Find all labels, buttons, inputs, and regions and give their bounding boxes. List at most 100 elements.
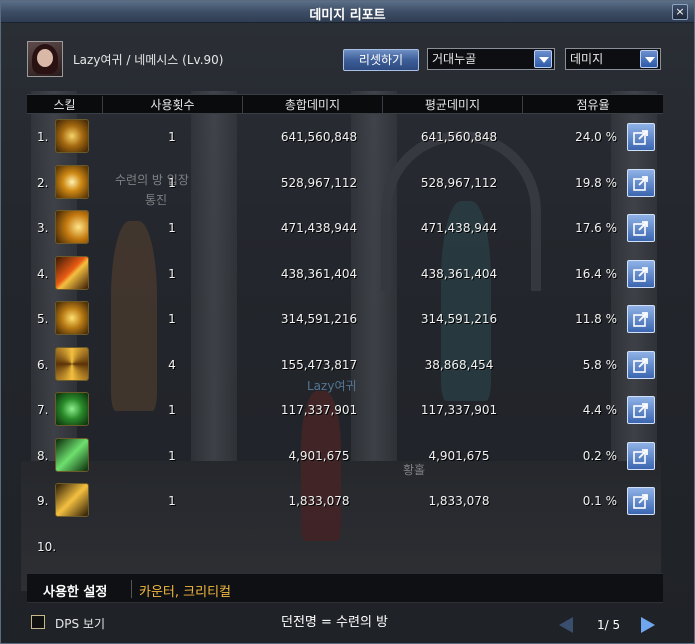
column-header-total: 총합데미지 (243, 96, 383, 114)
export-icon (633, 175, 648, 191)
average-damage: 314,591,216 (420, 312, 498, 326)
export-icon (633, 266, 648, 282)
detail-button[interactable] (627, 214, 655, 242)
target-select-value: 거대누골 (432, 52, 477, 66)
damage-report-window: 수련의 방 입장 통진 Lazy여귀 황홀 데미지 리포트 × Lazy여귀 /… (0, 0, 695, 644)
column-header-skill: 스킬 (27, 96, 103, 114)
average-damage: 1,833,078 (428, 494, 490, 508)
export-icon (633, 403, 648, 418)
table-row: 8. 1 4,901,675 4,901,675 0.2 % (27, 434, 663, 478)
avatar-face (37, 49, 53, 67)
use-count: 1 (168, 175, 176, 190)
table-row: 10. (27, 525, 663, 569)
table-row: 6. 4 155,473,817 38,868,454 5.8 % (27, 343, 663, 387)
skill-icon-5 (55, 301, 89, 335)
total-damage: 438,361,404 (280, 266, 358, 281)
rank-number: 5. (37, 312, 49, 326)
detail-button[interactable] (627, 168, 655, 197)
close-button[interactable]: × (672, 4, 688, 20)
rank-number: 9. (37, 494, 49, 508)
settings-label: 사용한 설정 (43, 585, 108, 600)
metric-select-value: 데미지 (570, 52, 604, 66)
skill-icon-8 (55, 437, 89, 472)
metric-select[interactable]: 데미지 (565, 48, 661, 70)
detail-button[interactable] (627, 123, 655, 151)
damage-share: 5.8 % (582, 357, 617, 372)
settings-value: 카운터, 크리티컬 (139, 585, 231, 600)
prev-page-icon[interactable] (559, 617, 573, 633)
damage-share: 19.8 % (575, 175, 617, 190)
skill-icon-9 (55, 483, 89, 517)
table-row: 1. 1 641,560,848 641,560,848 24.0 % (27, 115, 663, 159)
use-count: 1 (168, 403, 176, 417)
detail-button[interactable] (627, 441, 655, 470)
table-header: 스킬 사용횟수 총합데미지 평균데미지 점유율 (27, 94, 663, 114)
damage-share: 0.2 % (582, 448, 617, 463)
export-icon (633, 448, 648, 464)
dps-label: DPS 보기 (55, 617, 105, 631)
damage-share: 17.6 % (575, 221, 617, 235)
use-count: 1 (168, 494, 176, 508)
total-damage: 471,438,944 (280, 221, 358, 235)
total-damage: 528,967,112 (280, 175, 358, 190)
used-settings-bar: 사용한 설정 카운터, 크리티컬 (27, 573, 663, 603)
rank-number: 8. (37, 448, 49, 463)
average-damage: 38,868,454 (424, 357, 494, 372)
detail-button[interactable] (627, 305, 655, 333)
total-damage: 117,337,901 (280, 403, 358, 417)
damage-share: 4.4 % (582, 403, 617, 417)
character-name: Lazy여귀 / 네메시스 (Lv.90) (73, 53, 224, 67)
chevron-down-icon[interactable] (534, 50, 552, 68)
detail-button[interactable] (627, 350, 655, 379)
table-row: 3. 1 471,438,944 471,438,944 17.6 % (27, 206, 663, 250)
use-count: 1 (168, 130, 176, 144)
rank-number: 7. (37, 403, 49, 417)
average-damage: 471,438,944 (420, 221, 498, 235)
average-damage: 438,361,404 (420, 266, 498, 281)
rank-number: 4. (37, 266, 49, 281)
damage-share: 16.4 % (575, 266, 617, 281)
table-row: 9. 1 1,833,078 1,833,078 0.1 % (27, 479, 663, 523)
window-title: 데미지 리포트 (309, 8, 386, 23)
detail-button[interactable] (627, 259, 655, 288)
skill-icon-7 (55, 392, 89, 426)
dungeon-name: 던전명 = 수련의 방 (281, 615, 389, 630)
page-indicator: 1/ 5 (597, 618, 621, 632)
average-damage: 528,967,112 (420, 175, 498, 190)
total-damage: 4,901,675 (288, 448, 350, 463)
skill-icon-4 (55, 255, 89, 290)
settings-divider (131, 580, 132, 598)
total-damage: 155,473,817 (280, 357, 358, 372)
column-header-avg: 평균데미지 (383, 96, 523, 114)
target-select[interactable]: 거대누골 (427, 48, 555, 70)
detail-button[interactable] (627, 487, 655, 515)
skill-icon-3 (55, 210, 89, 244)
column-header-count: 사용횟수 (103, 96, 243, 114)
skill-icon-1 (55, 119, 89, 153)
dps-checkbox[interactable] (31, 615, 45, 629)
table-row: 7. 1 117,337,901 117,337,901 4.4 % (27, 388, 663, 432)
total-damage: 1,833,078 (288, 494, 350, 508)
use-count: 1 (168, 312, 176, 326)
rank-number: 3. (37, 221, 49, 235)
damage-share: 11.8 % (575, 312, 617, 326)
use-count: 4 (168, 357, 176, 372)
detail-button[interactable] (627, 396, 655, 424)
average-damage: 4,901,675 (428, 448, 490, 463)
total-damage: 641,560,848 (280, 130, 358, 144)
rank-number: 1. (37, 130, 49, 144)
damage-share: 24.0 % (575, 130, 617, 144)
export-icon (633, 357, 648, 373)
use-count: 1 (168, 266, 176, 281)
title-bar: 데미지 리포트 × (1, 1, 694, 23)
table-row: 2. 1 528,967,112 528,967,112 19.8 % (27, 161, 663, 205)
next-page-icon[interactable] (641, 617, 655, 633)
use-count: 1 (168, 221, 176, 235)
chevron-down-icon[interactable] (640, 50, 658, 68)
export-icon (633, 130, 648, 145)
rank-number: 2. (37, 175, 49, 190)
reset-button[interactable]: 리셋하기 (343, 49, 419, 71)
export-icon (633, 494, 648, 509)
damage-share: 0.1 % (582, 494, 617, 508)
total-damage: 314,591,216 (280, 312, 358, 326)
